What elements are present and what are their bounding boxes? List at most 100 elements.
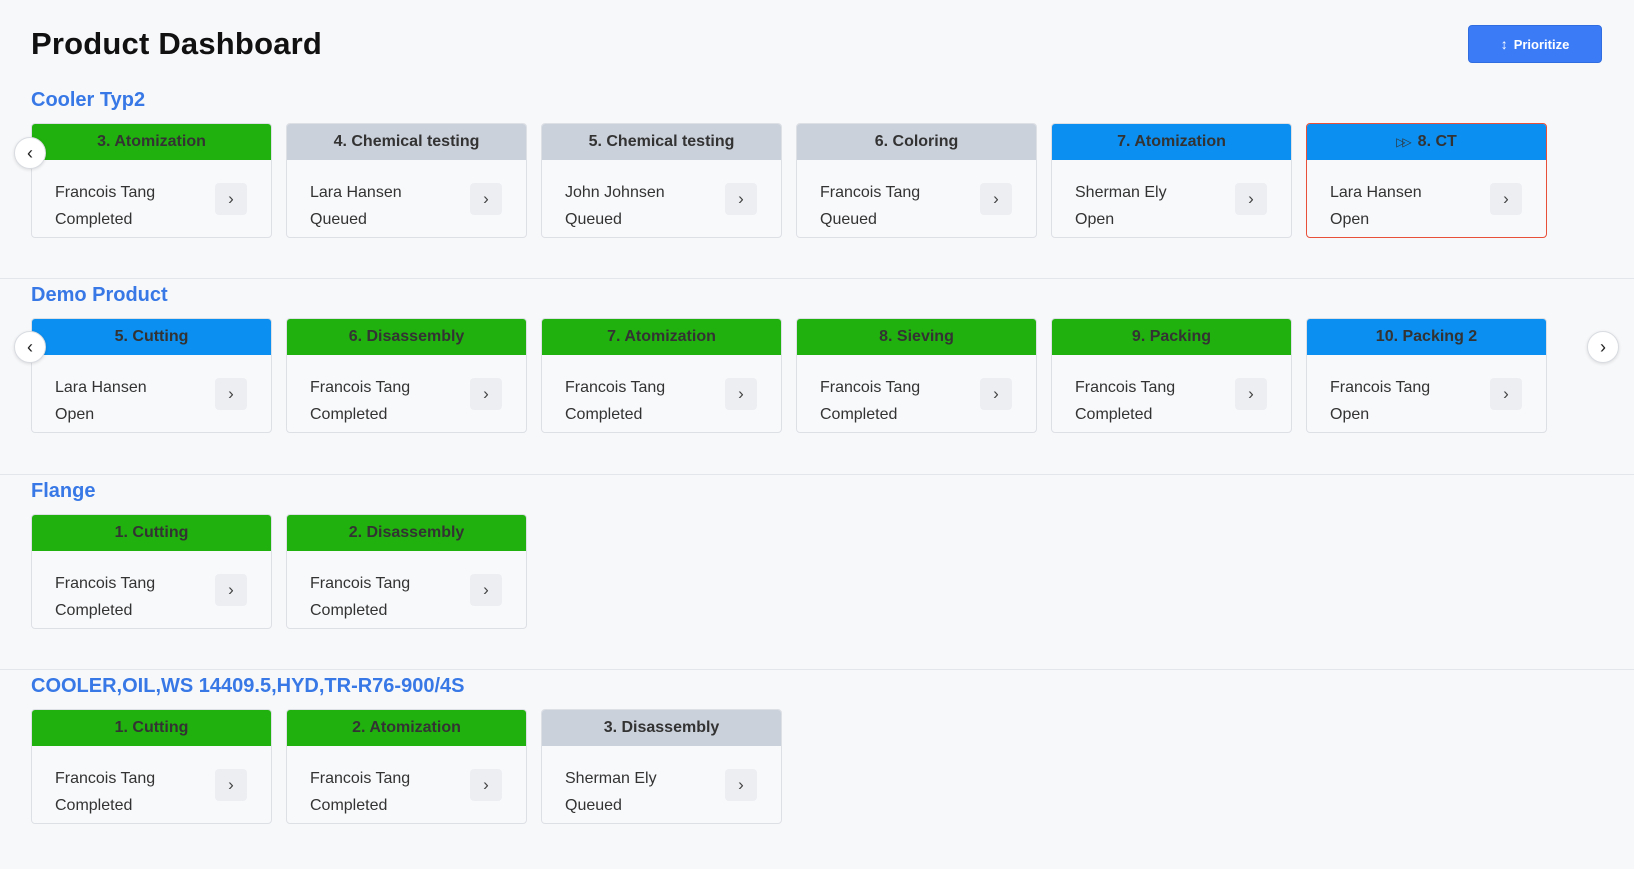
chevron-right-icon: › <box>1600 336 1606 357</box>
step-status: Completed <box>55 602 133 619</box>
step-label: 5. Chemical testing <box>588 133 735 150</box>
open-step-button[interactable]: › <box>725 378 757 410</box>
step-label: 8. Sieving <box>879 328 954 345</box>
chevron-right-icon: › <box>993 189 999 208</box>
step-card[interactable]: 2. Disassembly Francois Tang Completed › <box>286 514 527 629</box>
step-card[interactable]: 6. Disassembly Francois Tang Completed › <box>286 318 527 433</box>
prioritize-button[interactable]: ↕ Prioritize <box>1468 25 1602 63</box>
fast-forward-icon: ▷▷ <box>1396 135 1412 149</box>
step-assignee: Lara Hansen <box>310 184 402 201</box>
scroll-left-button[interactable]: ‹ <box>14 331 46 363</box>
step-header: 2. Atomization <box>287 710 526 746</box>
step-card[interactable]: 7. Atomization Sherman Ely Open › <box>1051 123 1292 238</box>
step-status: Completed <box>565 406 643 423</box>
scroll-left-button[interactable]: ‹ <box>14 137 46 169</box>
chevron-right-icon: › <box>1503 384 1509 403</box>
step-card[interactable]: 1. Cutting Francois Tang Completed › <box>31 514 272 629</box>
step-label: 7. Atomization <box>1117 133 1226 150</box>
step-card[interactable]: 8. Sieving Francois Tang Completed › <box>796 318 1037 433</box>
chevron-right-icon: › <box>228 384 234 403</box>
step-label: 1. Cutting <box>114 719 189 736</box>
step-card[interactable]: 5. Chemical testing John Johnsen Queued … <box>541 123 782 238</box>
step-label: 5. Cutting <box>114 328 189 345</box>
open-step-button[interactable]: › <box>470 183 502 215</box>
step-label: 6. Coloring <box>874 133 959 150</box>
step-card[interactable]: 4. Chemical testing Lara Hansen Queued › <box>286 123 527 238</box>
chevron-right-icon: › <box>738 189 744 208</box>
chevron-right-icon: › <box>1248 189 1254 208</box>
chevron-right-icon: › <box>228 580 234 599</box>
open-step-button[interactable]: › <box>1490 183 1522 215</box>
open-step-button[interactable]: › <box>470 769 502 801</box>
chevron-right-icon: › <box>483 580 489 599</box>
step-status: Open <box>1330 211 1370 228</box>
open-step-button[interactable]: › <box>1235 183 1267 215</box>
chevron-right-icon: › <box>483 775 489 794</box>
product-title[interactable]: Flange <box>31 480 95 503</box>
step-status: Completed <box>55 211 133 228</box>
step-header: 3. Atomization <box>32 124 271 160</box>
step-header: 10. Packing 2 <box>1307 319 1546 355</box>
step-status: Open <box>1075 211 1115 228</box>
scroll-right-button[interactable]: › <box>1587 331 1619 363</box>
prioritize-label: Prioritize <box>1513 36 1570 52</box>
step-assignee: Lara Hansen <box>1330 184 1422 201</box>
chevron-right-icon: › <box>1503 189 1509 208</box>
step-label: 3. Atomization <box>97 133 206 150</box>
open-step-button[interactable]: › <box>725 769 757 801</box>
step-header: 5. Cutting <box>32 319 271 355</box>
open-step-button[interactable]: › <box>215 183 247 215</box>
step-label: 9. Packing <box>1131 328 1212 345</box>
open-step-button[interactable]: › <box>980 183 1012 215</box>
step-label: 3. Disassembly <box>603 719 720 736</box>
step-header: 9. Packing <box>1052 319 1291 355</box>
open-step-button[interactable]: › <box>725 183 757 215</box>
open-step-button[interactable]: › <box>215 378 247 410</box>
step-card[interactable]: 1. Cutting Francois Tang Completed › <box>31 709 272 824</box>
step-assignee: Francois Tang <box>55 575 156 592</box>
step-header: 7. Atomization <box>1052 124 1291 160</box>
open-step-button[interactable]: › <box>980 378 1012 410</box>
step-label: 8. CT <box>1417 133 1457 150</box>
open-step-button[interactable]: › <box>1490 378 1522 410</box>
step-card[interactable]: 2. Atomization Francois Tang Completed › <box>286 709 527 824</box>
step-assignee: Francois Tang <box>310 770 411 787</box>
step-status: Completed <box>1075 406 1153 423</box>
open-step-button[interactable]: › <box>470 574 502 606</box>
product-title[interactable]: Cooler Typ2 <box>31 89 145 112</box>
open-step-button[interactable]: › <box>470 378 502 410</box>
section-divider <box>0 278 1634 279</box>
step-card[interactable]: 5. Cutting Lara Hansen Open › <box>31 318 272 433</box>
step-assignee: Francois Tang <box>310 379 411 396</box>
step-card[interactable]: 10. Packing 2 Francois Tang Open › <box>1306 318 1547 433</box>
page-header: Product Dashboard ↕ Prioritize <box>31 22 1602 84</box>
step-label: 4. Chemical testing <box>333 133 480 150</box>
step-label: 10. Packing 2 <box>1375 328 1478 345</box>
step-status: Completed <box>310 406 388 423</box>
step-card[interactable]: 3. Atomization Francois Tang Completed › <box>31 123 272 238</box>
step-card[interactable]: 9. Packing Francois Tang Completed › <box>1051 318 1292 433</box>
step-card[interactable]: 3. Disassembly Sherman Ely Queued › <box>541 709 782 824</box>
step-assignee: Francois Tang <box>820 379 921 396</box>
step-status: Queued <box>565 211 622 228</box>
step-status: Queued <box>310 211 367 228</box>
step-status: Queued <box>565 797 622 814</box>
step-header: 6. Coloring <box>797 124 1036 160</box>
open-step-button[interactable]: › <box>215 769 247 801</box>
open-step-button[interactable]: › <box>1235 378 1267 410</box>
step-header: 4. Chemical testing <box>287 124 526 160</box>
open-step-button[interactable]: › <box>215 574 247 606</box>
product-title[interactable]: COOLER,OIL,WS 14409.5,HYD,TR-R76-900/4S <box>31 675 464 698</box>
chevron-right-icon: › <box>993 384 999 403</box>
step-assignee: Francois Tang <box>1330 379 1431 396</box>
step-header: 7. Atomization <box>542 319 781 355</box>
product-title[interactable]: Demo Product <box>31 284 168 307</box>
step-status: Completed <box>310 602 388 619</box>
chevron-right-icon: › <box>228 189 234 208</box>
step-status: Completed <box>55 797 133 814</box>
step-card[interactable]: 7. Atomization Francois Tang Completed › <box>541 318 782 433</box>
chevron-left-icon: ‹ <box>27 142 33 163</box>
step-card-current[interactable]: ▷▷ 8. CT Lara Hansen Open › <box>1306 123 1547 238</box>
step-header: 2. Disassembly <box>287 515 526 551</box>
step-card[interactable]: 6. Coloring Francois Tang Queued › <box>796 123 1037 238</box>
